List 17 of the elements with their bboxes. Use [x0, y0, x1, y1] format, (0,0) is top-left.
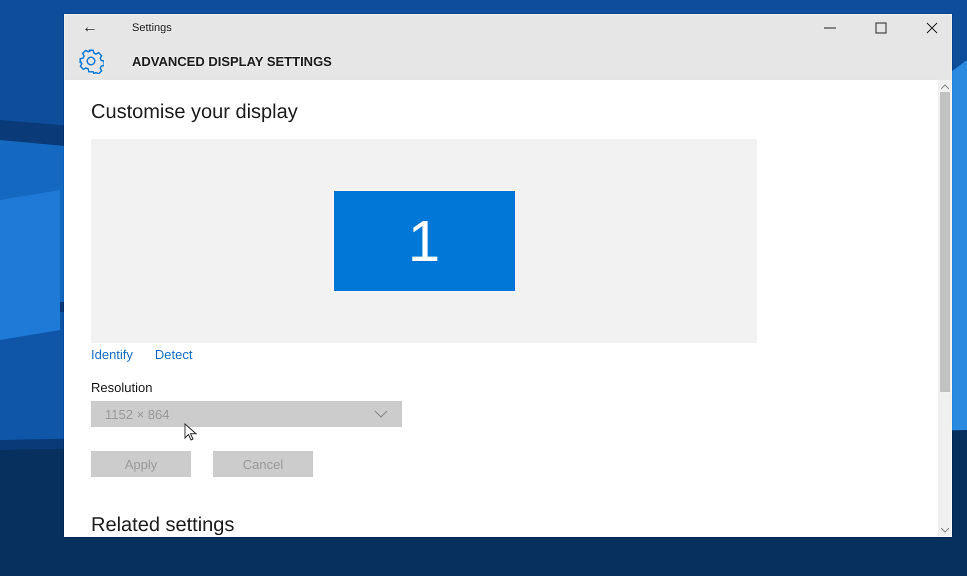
- scroll-up-icon[interactable]: [941, 84, 949, 89]
- monitor-tile[interactable]: 1: [334, 191, 514, 291]
- close-icon[interactable]: [926, 22, 938, 34]
- maximize-icon[interactable]: [875, 22, 887, 34]
- section-heading: Related settings: [91, 513, 234, 537]
- scroll-down-icon[interactable]: [941, 528, 949, 533]
- settings-icon: [78, 48, 104, 74]
- window-title: Settings: [132, 22, 172, 34]
- field-label: Resolution: [91, 380, 152, 395]
- cursor-icon: [184, 423, 197, 441]
- back-button[interactable]: ←: [82, 19, 132, 37]
- chevron-down-icon: [374, 410, 388, 418]
- page-title: ADVANCED DISPLAY SETTINGS: [132, 54, 332, 68]
- link[interactable]: Detect: [154, 347, 192, 363]
- scrollbar[interactable]: [938, 80, 952, 537]
- section-heading: Customise your display: [91, 100, 298, 124]
- link[interactable]: Identify: [91, 347, 133, 363]
